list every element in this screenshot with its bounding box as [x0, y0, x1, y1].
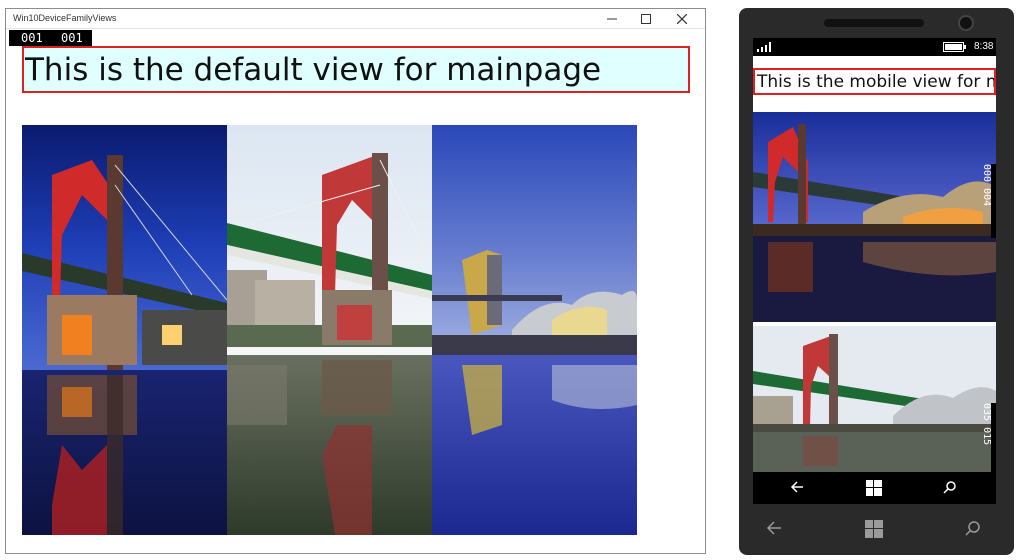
close-icon — [677, 14, 687, 24]
museum-dusk-photo — [432, 125, 637, 535]
minimize-icon — [607, 18, 617, 20]
phone-device: 8:38 This is the mobile view for mainpag… — [739, 8, 1014, 555]
hw-back-icon[interactable] — [766, 520, 782, 536]
status-bar: 8:38 — [753, 38, 996, 56]
phone-screen: 8:38 This is the mobile view for mainpag… — [753, 38, 996, 504]
mobile-counter-top-text: 000 004 — [981, 164, 992, 207]
headline-text: This is the default view for mainpage — [25, 52, 602, 88]
window-title: Win10DeviceFamilyViews — [13, 13, 117, 23]
minimize-button[interactable] — [595, 9, 629, 29]
windows-icon[interactable] — [866, 480, 882, 496]
mobile-counter-bottom-text: 035 015 — [981, 403, 992, 446]
bridge-day-photo — [227, 125, 432, 535]
battery-icon — [943, 42, 966, 52]
mobile-counter-top: 000 004 — [981, 164, 996, 238]
photo-strip — [22, 125, 637, 535]
mobile-app-body: This is the mobile view for mainpage — [753, 56, 996, 472]
hw-search-icon[interactable] — [965, 520, 981, 536]
phone-camera — [958, 15, 974, 31]
hw-windows-icon[interactable] — [865, 520, 883, 538]
back-icon[interactable] — [790, 480, 804, 494]
mobile-view-headline: This is the mobile view for mainpage — [753, 68, 996, 95]
phone-speaker — [824, 19, 924, 27]
mobile-museum-night-photo — [753, 112, 996, 322]
frame-rate-counter: 001 001 — [9, 30, 92, 46]
hardware-nav-bar — [739, 504, 1014, 555]
bridge-night-photo — [22, 125, 227, 535]
soft-nav-bar — [753, 472, 996, 504]
maximize-button[interactable] — [629, 9, 663, 29]
counter-right: 001 — [61, 31, 83, 45]
signal-icon — [757, 42, 771, 52]
status-time: 8:38 — [974, 41, 994, 52]
mobile-bridge-day-photo — [753, 326, 996, 472]
counter-left: 001 — [21, 31, 43, 45]
mobile-counter-bottom: 035 015 — [981, 403, 996, 472]
maximize-icon — [641, 14, 651, 24]
search-icon[interactable] — [943, 480, 957, 494]
default-view-headline: This is the default view for mainpage — [22, 46, 690, 93]
title-bar[interactable]: Win10DeviceFamilyViews — [6, 9, 705, 29]
desktop-window: Win10DeviceFamilyViews 001 001 This is t… — [5, 8, 706, 554]
close-button[interactable] — [665, 9, 699, 29]
mobile-headline-text: This is the mobile view for mainpage — [757, 72, 994, 92]
